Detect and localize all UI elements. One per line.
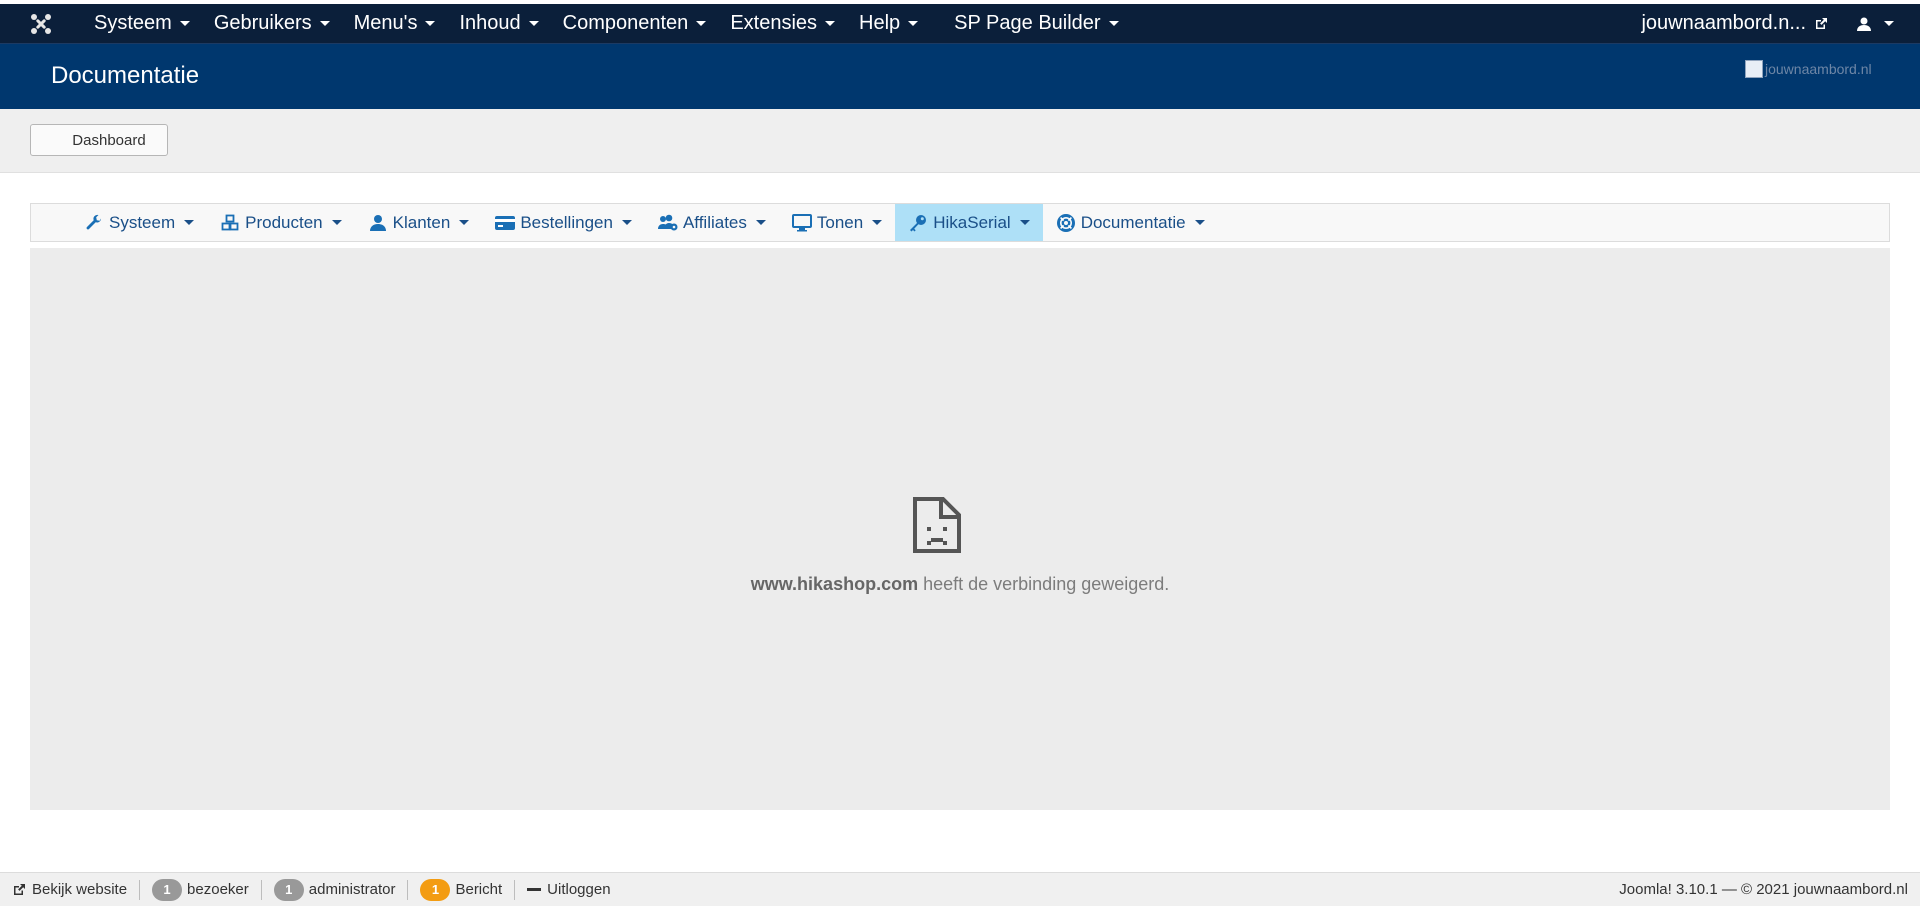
user-icon bbox=[1857, 17, 1871, 31]
logout-label: Uitloggen bbox=[547, 881, 611, 898]
menu-label: Componenten bbox=[562, 12, 689, 34]
admin-topbar: Systeem Gebruikers Menu's Inhoud Compone… bbox=[0, 4, 1920, 44]
nav-label: Systeem bbox=[109, 212, 176, 232]
admins-status: 1 administrator bbox=[260, 878, 408, 901]
nav-label: Klanten bbox=[392, 212, 451, 232]
menu-label: Menu's bbox=[353, 12, 418, 34]
view-site-link[interactable]: Bekijk website bbox=[0, 880, 139, 900]
dashboard-button-label: Dashboard bbox=[72, 131, 146, 149]
logout-link[interactable]: Uitloggen bbox=[514, 879, 622, 900]
messages-link[interactable]: 1 Bericht bbox=[407, 878, 514, 901]
menu-label: Help bbox=[859, 12, 901, 34]
error-text: heeft de verbinding geweigerd. bbox=[918, 574, 1170, 594]
admins-badge: 1 bbox=[273, 878, 304, 901]
cubes-icon bbox=[220, 213, 240, 233]
messages-label: Bericht bbox=[455, 881, 503, 898]
error-domain: www.hikashop.com bbox=[750, 574, 919, 594]
caret-down-icon bbox=[528, 21, 539, 26]
nav-label: Affiliates bbox=[682, 212, 747, 232]
visitors-badge: 1 bbox=[152, 878, 183, 901]
dashboard-button[interactable]: Dashboard bbox=[30, 124, 168, 156]
caret-down-icon bbox=[696, 21, 707, 26]
hika-nav-hikaserial[interactable]: HikaSerial bbox=[895, 204, 1043, 241]
view-site-label: Bekijk website bbox=[32, 881, 128, 898]
user-icon bbox=[368, 213, 388, 233]
caret-down-icon bbox=[331, 220, 342, 225]
admins-label: administrator bbox=[308, 881, 396, 898]
caret-down-icon bbox=[908, 21, 919, 26]
credit-card-icon bbox=[495, 213, 516, 233]
hika-nav-documentatie[interactable]: Documentatie bbox=[1043, 204, 1218, 241]
caret-down-icon bbox=[872, 220, 883, 225]
user-menu[interactable] bbox=[1846, 16, 1920, 32]
caret-down-icon bbox=[184, 220, 195, 225]
monitor-icon bbox=[791, 213, 812, 233]
nav-label: HikaSerial bbox=[933, 212, 1011, 232]
caret-down-icon bbox=[825, 21, 836, 26]
caret-down-icon bbox=[425, 21, 436, 26]
hika-nav-tonen[interactable]: Tonen bbox=[779, 204, 895, 241]
status-bar: Bekijk website 1 bezoeker 1 administrato… bbox=[0, 872, 1920, 906]
brand-logo-alt: jouwnaambord.nl bbox=[1765, 61, 1872, 77]
caret-down-icon bbox=[1194, 220, 1205, 225]
menu-label: Systeem bbox=[94, 12, 172, 34]
visitors-label: bezoeker bbox=[187, 881, 249, 898]
menu-label: SP Page Builder bbox=[954, 12, 1101, 34]
hika-nav-bestellingen[interactable]: Bestellingen bbox=[482, 204, 645, 241]
nav-label: Documentatie bbox=[1080, 212, 1186, 232]
hika-nav-systeem[interactable]: Systeem bbox=[71, 204, 207, 241]
top-menu-gebruikers[interactable]: Gebruikers bbox=[202, 4, 342, 44]
caret-down-icon bbox=[1019, 220, 1030, 225]
hika-nav-producten[interactable]: Producten bbox=[207, 204, 355, 241]
top-menu-help[interactable]: Help bbox=[847, 4, 930, 44]
hika-nav-klanten[interactable]: Klanten bbox=[355, 204, 483, 241]
life-ring-icon bbox=[1056, 213, 1076, 233]
toolbar: Dashboard bbox=[0, 109, 1920, 173]
caret-down-icon bbox=[459, 220, 470, 225]
minus-icon bbox=[527, 888, 542, 891]
top-menu-componenten[interactable]: Componenten bbox=[551, 4, 719, 44]
top-menu-systeem[interactable]: Systeem bbox=[82, 4, 202, 44]
top-menu-extensies[interactable]: Extensies bbox=[718, 4, 847, 44]
key-icon bbox=[908, 213, 928, 233]
messages-badge: 1 bbox=[420, 878, 451, 901]
topbar-right: jouwnaambord.n... bbox=[1623, 4, 1920, 44]
site-name: jouwnaambord.n... bbox=[1641, 12, 1806, 34]
users-cog-icon bbox=[657, 213, 678, 233]
visitors-status: 1 bezoeker bbox=[139, 878, 261, 901]
documentation-iframe: www.hikashop.com heeft de verbinding gew… bbox=[30, 248, 1890, 810]
site-link[interactable]: jouwnaambord.n... bbox=[1623, 12, 1846, 35]
top-menu-inhoud[interactable]: Inhoud bbox=[447, 4, 550, 44]
hikashop-nav: Systeem Producten Klanten Bestellingen A… bbox=[30, 203, 1890, 242]
page-header: Documentatie jouwnaambord.nl bbox=[0, 44, 1920, 109]
caret-down-icon bbox=[319, 21, 330, 26]
menu-label: Extensies bbox=[730, 12, 818, 34]
menu-label: Inhoud bbox=[459, 12, 521, 34]
nav-label: Producten bbox=[245, 212, 323, 232]
top-menu-menus[interactable]: Menu's bbox=[342, 4, 448, 44]
caret-down-icon bbox=[755, 220, 766, 225]
nav-label: Bestellingen bbox=[520, 212, 613, 232]
page-title: Documentatie bbox=[51, 62, 200, 89]
menu-label: Gebruikers bbox=[213, 12, 312, 34]
external-link-icon bbox=[1816, 17, 1827, 29]
top-menu-sp-page-builder[interactable]: SP Page Builder bbox=[942, 4, 1130, 44]
caret-down-icon bbox=[621, 220, 632, 225]
top-menu: Systeem Gebruikers Menu's Inhoud Compone… bbox=[82, 4, 1131, 44]
caret-down-icon bbox=[179, 21, 190, 26]
external-link-icon bbox=[14, 883, 25, 895]
broken-image-icon bbox=[1745, 60, 1763, 78]
caret-down-icon bbox=[1108, 21, 1119, 26]
copyright-text: Joomla! 3.10.1 — © 2021 jouwnaambord.nl bbox=[1619, 881, 1908, 898]
sad-document-icon bbox=[913, 497, 961, 553]
joomla-logo-icon[interactable] bbox=[0, 4, 82, 44]
brand-logo-image: jouwnaambord.nl bbox=[1745, 58, 1889, 80]
caret-down-icon bbox=[1884, 21, 1894, 26]
connection-error-message: www.hikashop.com heeft de verbinding gew… bbox=[30, 574, 1890, 595]
hika-nav-affiliates[interactable]: Affiliates bbox=[645, 204, 779, 241]
nav-label: Tonen bbox=[816, 212, 864, 232]
wrench-icon bbox=[84, 213, 104, 233]
